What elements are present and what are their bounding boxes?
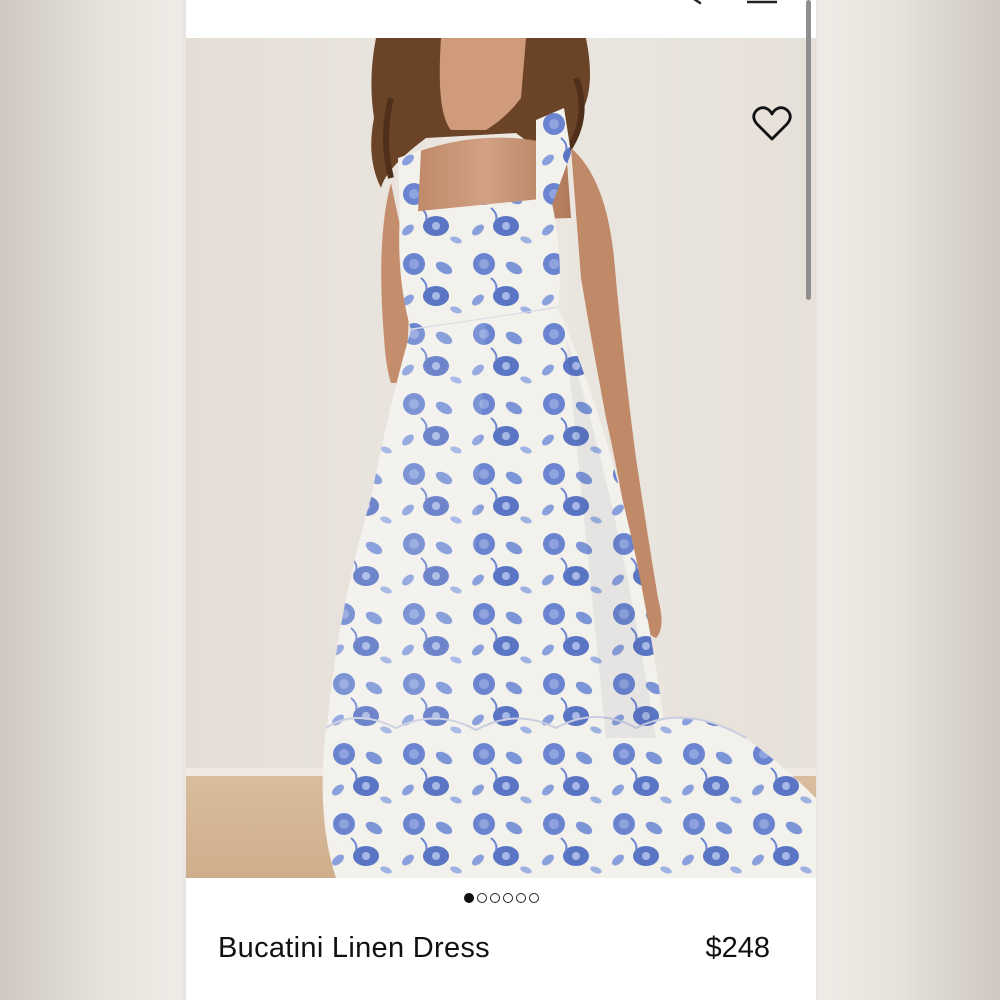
heart-outline-icon — [752, 106, 792, 141]
app-screen: Bucatini Linen Dress $248 — [186, 0, 816, 1000]
carousel-dot[interactable] — [476, 893, 487, 903]
product-image[interactable] — [186, 38, 816, 878]
carousel-dot[interactable] — [463, 893, 474, 903]
carousel-dot[interactable] — [528, 893, 539, 903]
menu-icon[interactable] — [212, 0, 242, 4]
image-carousel-indicator — [186, 888, 816, 908]
carousel-dot[interactable] — [489, 893, 500, 903]
shopping-bag-icon[interactable] — [746, 0, 778, 4]
product-title: Bucatini Linen Dress — [218, 932, 490, 964]
favorite-button[interactable] — [750, 102, 794, 146]
scrollbar[interactable] — [806, 0, 811, 300]
carousel-dot[interactable] — [515, 893, 526, 903]
carousel-dot[interactable] — [502, 893, 513, 903]
search-icon[interactable] — [686, 0, 708, 5]
product-price: $248 — [705, 932, 770, 964]
top-navigation-bar — [186, 0, 816, 38]
